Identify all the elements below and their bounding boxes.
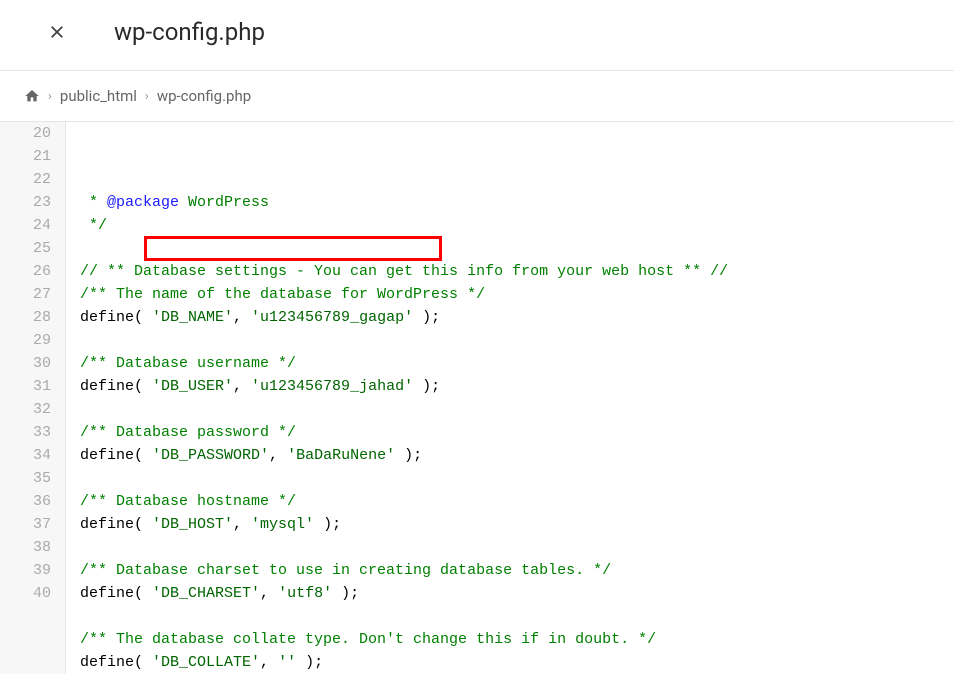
chevron-right-icon: › (48, 89, 52, 104)
line-number: 26 (0, 260, 55, 283)
code-line[interactable] (80, 467, 954, 490)
line-number: 29 (0, 329, 55, 352)
line-number-gutter: 2021222324252627282930313233343536373839… (0, 122, 66, 674)
code-editor[interactable]: 2021222324252627282930313233343536373839… (0, 122, 954, 674)
code-line[interactable]: * @package WordPress (80, 191, 954, 214)
line-number: 31 (0, 375, 55, 398)
code-line[interactable]: define( 'DB_NAME', 'u123456789_gagap' ); (80, 306, 954, 329)
line-number: 28 (0, 306, 55, 329)
file-title: wp-config.php (114, 18, 265, 46)
code-line[interactable]: /** The database collate type. Don't cha… (80, 628, 954, 651)
code-content[interactable]: * @package WordPress */ // ** Database se… (66, 122, 954, 674)
line-number: 30 (0, 352, 55, 375)
close-icon[interactable] (48, 23, 66, 41)
line-number: 38 (0, 536, 55, 559)
breadcrumb-item[interactable]: wp-config.php (157, 87, 251, 105)
line-number: 23 (0, 191, 55, 214)
code-line[interactable] (80, 237, 954, 260)
line-number: 24 (0, 214, 55, 237)
code-line[interactable]: /** Database charset to use in creating … (80, 559, 954, 582)
line-number: 35 (0, 467, 55, 490)
line-number: 25 (0, 237, 55, 260)
code-line[interactable]: */ (80, 214, 954, 237)
line-number: 27 (0, 283, 55, 306)
home-icon[interactable] (24, 88, 40, 104)
code-line[interactable] (80, 536, 954, 559)
line-number: 22 (0, 168, 55, 191)
line-number: 40 (0, 582, 55, 605)
breadcrumb-item[interactable]: public_html (60, 87, 137, 105)
code-line[interactable]: /** Database hostname */ (80, 490, 954, 513)
code-line[interactable]: define( 'DB_PASSWORD', 'BaDaRuNene' ); (80, 444, 954, 467)
line-number: 33 (0, 421, 55, 444)
editor-header: wp-config.php (0, 0, 954, 71)
code-line[interactable]: // ** Database settings - You can get th… (80, 260, 954, 283)
code-line[interactable] (80, 329, 954, 352)
line-number: 34 (0, 444, 55, 467)
code-line[interactable]: define( 'DB_CHARSET', 'utf8' ); (80, 582, 954, 605)
line-number: 21 (0, 145, 55, 168)
code-line[interactable]: /** Database password */ (80, 421, 954, 444)
code-line[interactable] (80, 605, 954, 628)
code-line[interactable]: /** The name of the database for WordPre… (80, 283, 954, 306)
code-line[interactable]: define( 'DB_COLLATE', '' ); (80, 651, 954, 674)
line-number: 37 (0, 513, 55, 536)
chevron-right-icon: › (145, 89, 149, 104)
line-number: 32 (0, 398, 55, 421)
breadcrumb: › public_html › wp-config.php (0, 71, 954, 122)
code-line[interactable]: define( 'DB_HOST', 'mysql' ); (80, 513, 954, 536)
line-number: 36 (0, 490, 55, 513)
line-number: 39 (0, 559, 55, 582)
code-line[interactable] (80, 398, 954, 421)
code-line[interactable]: /** Database username */ (80, 352, 954, 375)
code-line[interactable]: define( 'DB_USER', 'u123456789_jahad' ); (80, 375, 954, 398)
line-number: 20 (0, 122, 55, 145)
